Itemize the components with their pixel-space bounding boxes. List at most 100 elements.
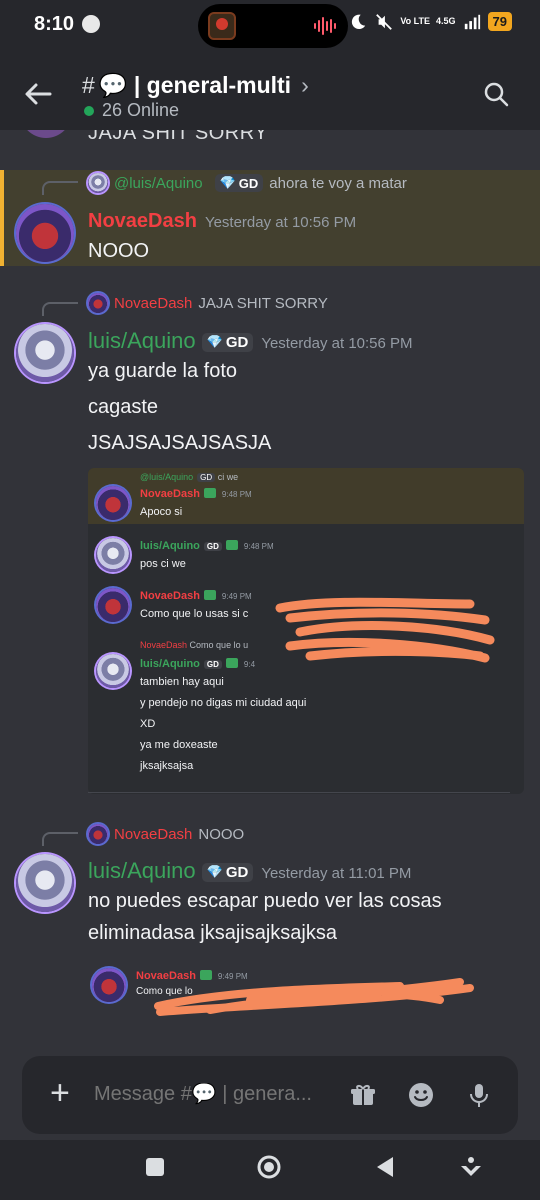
message-timestamp: Yesterday at 10:56 PM [204,214,357,231]
message-text: ya guarde la foto [88,360,237,382]
status-bar: 8:10 Vo LTE 4.5G 79 [0,0,540,52]
screenshot-text: Como que lo usas si c [140,608,249,620]
reply-preview[interactable]: NovaeDash JAJA SHIT SORRY [88,293,328,313]
app-notification-icon [82,15,100,33]
badge-icon [203,590,216,600]
back-arrow-icon[interactable] [22,78,54,110]
message-composer: + [22,1056,518,1134]
screenshot-reply: NovaeDash Como que lo u [140,640,249,650]
emoji-icon[interactable] [408,1082,434,1108]
status-icons: Vo LTE 4.5G 79 [348,12,512,31]
diamond-icon: 💎 [206,334,223,349]
badge-icon [225,540,238,550]
message-timestamp: Yesterday at 11:01 PM [261,865,412,882]
screenshot-author: luis/Aquino GD 9:48 PM [140,540,274,552]
reply-username: NovaeDash [114,294,193,312]
screenshot-text: pos ci we [140,558,186,570]
screenshot-avatar [92,968,126,1002]
screenshot-author: luis/Aquino GD 9:4 [140,658,256,670]
reply-text: NOOO [198,825,245,843]
badge-icon [203,488,216,498]
avatar[interactable] [16,854,74,912]
screenshot-text: ya me doxeaste [140,739,218,751]
channel-name: 💬 | general-multi [98,72,292,98]
screenshot-author: NovaeDash 9:49 PM [140,590,252,602]
nav-down-icon[interactable] [458,1154,484,1180]
message-text: cagaste [88,396,159,418]
message-text: eliminadasa jksajisajksajksa [88,922,337,944]
message-text: no puedes escapar puedo ver las cosas [88,890,442,912]
message-input[interactable] [94,1083,334,1106]
message-text: NOOO [88,240,150,262]
message-author[interactable]: luis/Aquino 💎 GD Yesterday at 11:01 PM [88,858,411,884]
status-time: 8:10 [34,13,75,35]
diamond-icon: 💎 [219,175,236,190]
reply-avatar [88,824,108,844]
screenshot-reply: @luis/Aquino GD ci we [140,472,239,482]
recents-square-icon[interactable] [142,1154,168,1180]
hashtag-icon: # [82,72,95,98]
divider [88,792,510,793]
channel-title[interactable]: # 💬 | general-multi › [82,72,309,99]
microphone-icon[interactable] [466,1082,492,1108]
message-mention[interactable]: @luis/Aquino 💎 GD ahora te voy a matar No… [0,170,540,266]
screenshot-author: NovaeDash 9:49 PM [136,970,248,982]
audio-wave-icon [314,16,336,36]
gd-tag: 💎 GD [201,862,254,882]
screenshot-text: Apoco si [140,506,183,518]
plus-icon[interactable]: + [50,1076,70,1110]
lte-label: Vo LTE [400,16,431,26]
screenshot-text: jksajksajsa [140,760,194,772]
reply-avatar [88,173,108,193]
reply-preview[interactable]: NovaeDash NOOO [88,824,244,844]
reply-text: ahora te voy a matar [269,174,407,192]
gift-icon[interactable] [350,1082,376,1108]
dynamic-island[interactable] [198,4,348,48]
home-circle-icon[interactable] [256,1154,282,1180]
reply-username: NovaeDash [114,825,193,843]
badge-icon [225,658,238,668]
screenshot-text: XD [140,718,156,730]
reply-connector [42,302,78,316]
message-text: JSAJSAJSAJSASJA [88,432,272,454]
back-triangle-icon[interactable] [372,1154,398,1180]
screenshot-text: y pendejo no digas mi ciudad aqui [140,697,307,709]
reply-text: JAJA SHIT SORRY [198,294,328,312]
system-nav-bar [0,1140,540,1200]
reply-username: @luis/Aquino [114,174,203,192]
message-author[interactable]: luis/Aquino 💎 GD Yesterday at 10:56 PM [88,328,413,354]
gd-tag: 💎 GD [214,174,264,192]
reply-avatar [88,293,108,313]
diamond-icon: 💎 [206,864,223,879]
avatar[interactable] [16,324,74,382]
screenshot-avatar [96,588,130,622]
search-icon[interactable] [482,80,510,108]
media-thumbnail-icon [208,12,236,40]
network-label: 4.5G [436,16,456,26]
moon-icon [352,14,366,29]
badge-icon [199,970,212,980]
online-label: 26 Online [102,100,180,120]
message-timestamp: Yesterday at 10:56 PM [261,335,413,352]
screenshot-text: Como que lo [136,986,193,997]
reply-preview[interactable]: @luis/Aquino 💎 GD ahora te voy a matar [88,173,407,193]
screenshot-avatar [96,538,130,572]
mute-icon [376,13,393,30]
online-dot-icon [84,105,94,116]
screenshot-author: NovaeDash 9:48 PM [140,488,252,500]
screenshot-avatar [96,486,130,520]
image-attachment[interactable]: NovaeDash 9:49 PM Como que lo [88,958,488,1018]
image-attachment[interactable]: @luis/Aquino GD ci we NovaeDash 9:48 PM Ap… [88,468,524,794]
message-author[interactable]: NovaeDash Yesterday at 10:56 PM [88,210,356,233]
channel-header: # 💬 | general-multi › 26 Online [0,52,540,130]
screenshot-avatar [96,654,130,688]
reply-connector [42,832,78,846]
message[interactable]: NovaeDash JAJA SHIT SORRY luis/Aquino 💎 GD… [0,290,540,460]
screenshot-text: tambien hay aqui [140,676,224,688]
signal-icon [464,14,480,29]
gd-tag: 💎 GD [201,332,254,352]
avatar[interactable] [16,204,74,262]
online-count: 26 Online [84,100,179,121]
reply-connector [42,181,78,195]
message[interactable]: NovaeDash NOOO luis/Aquino 💎 GD Yesterday a… [0,822,540,952]
